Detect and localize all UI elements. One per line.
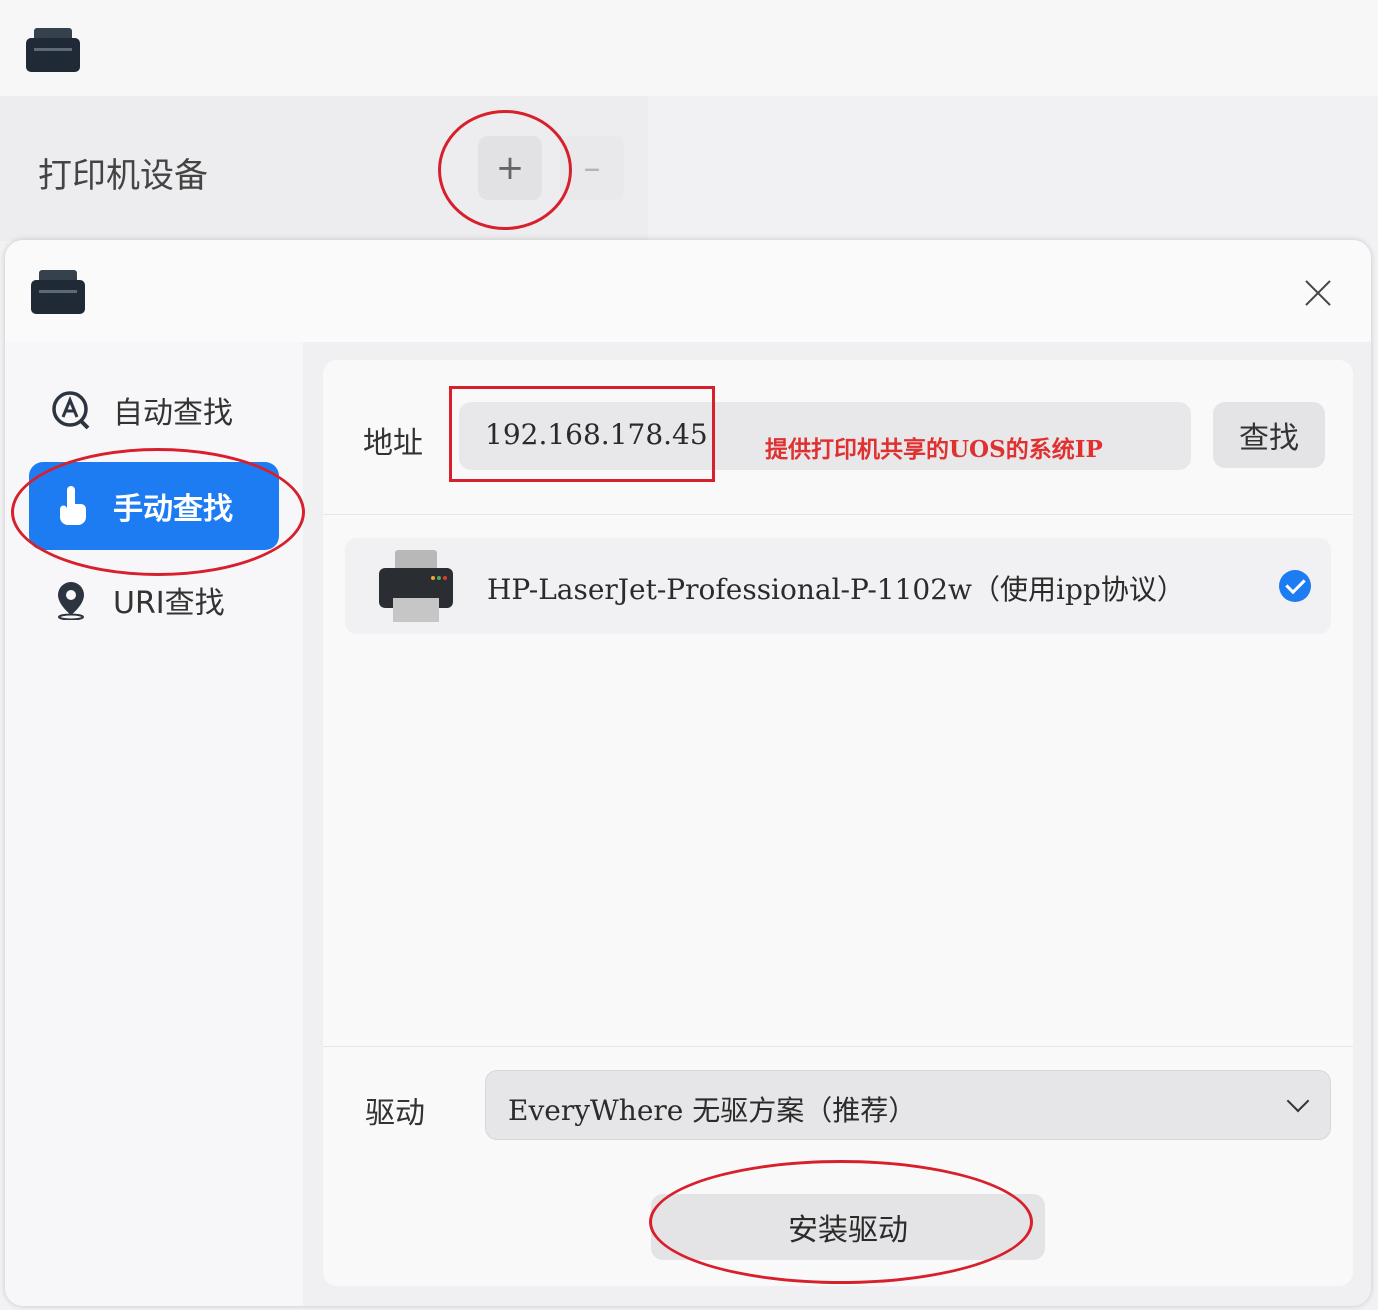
add-printer-dialog: 自动查找 手动查找 URI查找 地址 192.168.178.45 提供打印机共… xyxy=(5,240,1371,1306)
annotation-circle-install xyxy=(649,1160,1033,1284)
auto-search-icon xyxy=(52,391,90,430)
printer-name: HP-LaserJet-Professional-P-1102w（使用ipp协议… xyxy=(487,573,1185,606)
chevron-down-icon xyxy=(1286,1089,1310,1113)
sidebar-item-label: URI查找 xyxy=(113,586,225,621)
divider xyxy=(323,1046,1353,1047)
printer-icon xyxy=(379,550,453,622)
location-pin-icon xyxy=(58,582,84,620)
search-method-sidebar: 自动查找 手动查找 URI查找 xyxy=(5,342,305,1306)
printer-app-icon xyxy=(26,28,80,72)
driver-label: 驱动 xyxy=(365,1096,425,1131)
close-icon[interactable] xyxy=(1301,276,1335,310)
driver-select[interactable]: EveryWhere 无驱方案（推荐） xyxy=(485,1070,1331,1140)
address-label: 地址 xyxy=(363,426,423,461)
annotation-circle-manual xyxy=(11,448,305,576)
driver-selected-value: EveryWhere 无驱方案（推荐） xyxy=(508,1094,917,1127)
page-title: 打印机设备 xyxy=(38,156,208,196)
device-detail-pane xyxy=(648,96,1378,241)
find-button[interactable]: 查找 xyxy=(1213,402,1325,468)
annotation-circle-add xyxy=(438,110,572,230)
divider xyxy=(323,514,1353,515)
address-annotation: 提供打印机共享的UOS的系统IP xyxy=(765,436,1103,463)
window-titlebar xyxy=(0,0,1378,97)
sidebar-item-label: 自动查找 xyxy=(113,396,233,431)
selected-check-icon[interactable] xyxy=(1279,570,1311,602)
manual-search-panel: 地址 192.168.178.45 提供打印机共享的UOS的系统IP 查找 HP… xyxy=(323,360,1353,1286)
sidebar-item-auto-search[interactable]: 自动查找 xyxy=(29,366,279,454)
dialog-titlebar xyxy=(5,240,1371,342)
printer-result-row[interactable]: HP-LaserJet-Professional-P-1102w（使用ipp协议… xyxy=(345,538,1331,634)
printer-app-icon xyxy=(31,270,85,314)
annotation-box-address xyxy=(449,386,715,482)
